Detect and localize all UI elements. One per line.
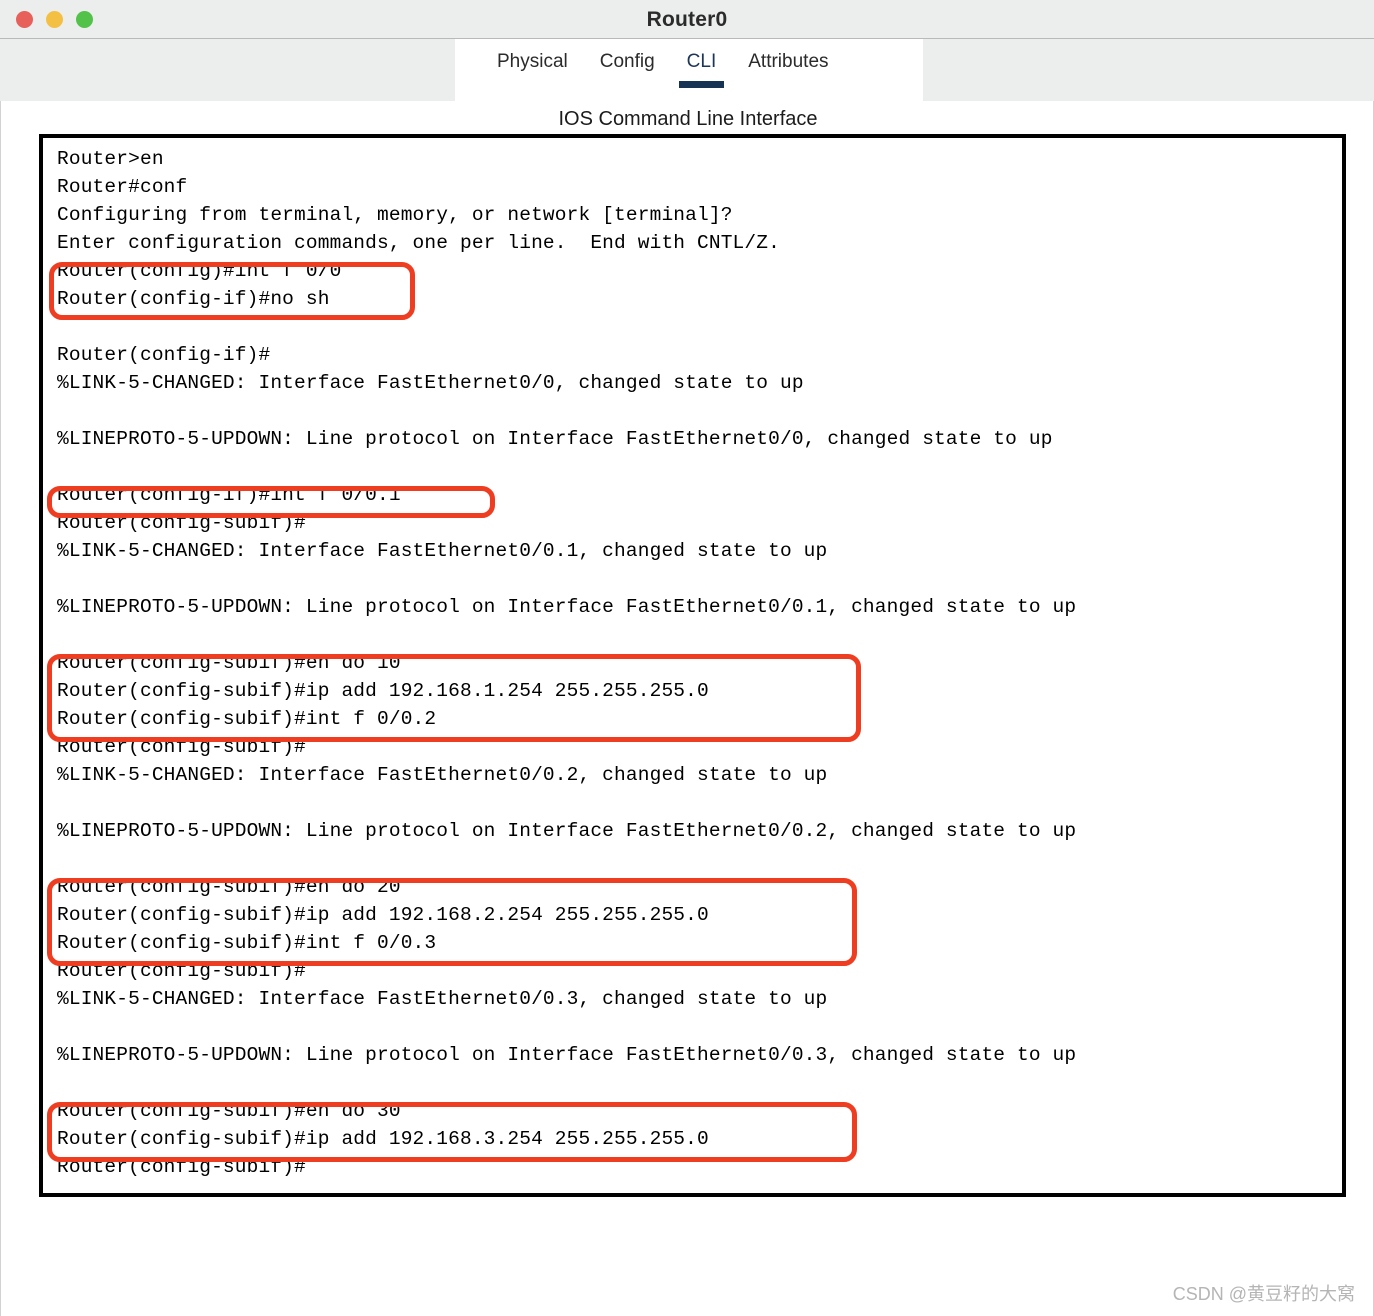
- terminal-line: Router>en: [57, 148, 164, 170]
- terminal-line: Configuring from terminal, memory, or ne…: [57, 204, 733, 226]
- terminal-line: Router(config)#int f 0/0: [57, 260, 342, 282]
- tab-attributes[interactable]: Attributes: [732, 39, 844, 85]
- tab-cli[interactable]: CLI: [671, 39, 733, 88]
- terminal-line: %LINK-5-CHANGED: Interface FastEthernet0…: [57, 540, 828, 562]
- terminal-line: Router(config-subif)#: [57, 736, 306, 758]
- tab-strip: Physical Config CLI Attributes: [0, 39, 1374, 101]
- tab-config[interactable]: Config: [584, 39, 671, 85]
- terminal-line: Router(config-subif)#ip add 192.168.3.25…: [57, 1128, 709, 1150]
- cli-terminal[interactable]: Router>en Router#conf Configuring from ter…: [39, 134, 1346, 1197]
- tab-physical[interactable]: Physical: [481, 39, 584, 85]
- cli-panel: IOS Command Line Interface Router>en Rout…: [0, 101, 1374, 1316]
- tab-card: Physical Config CLI Attributes: [455, 39, 923, 101]
- terminal-line: %LINK-5-CHANGED: Interface FastEthernet0…: [57, 764, 828, 786]
- terminal-line: Router(config-subif)#ip add 192.168.1.25…: [57, 680, 709, 702]
- terminal-line: Router(config-if)#int f 0/0.1: [57, 484, 401, 506]
- terminal-line: Router#conf: [57, 176, 188, 198]
- terminal-line: Enter configuration commands, one per li…: [57, 232, 780, 254]
- terminal-line: %LINK-5-CHANGED: Interface FastEthernet0…: [57, 372, 804, 394]
- terminal-line: Router(config-subif)#: [57, 512, 306, 534]
- terminal-line: %LINEPROTO-5-UPDOWN: Line protocol on In…: [57, 1044, 1077, 1066]
- terminal-line: Router(config-subif)#int f 0/0.3: [57, 932, 437, 954]
- terminal-line: Router(config-subif)#en do 10: [57, 652, 401, 674]
- watermark: CSDN @黄豆籽的大窝: [1172, 1284, 1355, 1304]
- terminal-content: Router>en Router#conf Configuring from ter…: [43, 138, 1342, 1193]
- terminal-line: Router(config-if)#: [57, 344, 271, 366]
- terminal-line: Router(config-subif)#: [57, 960, 306, 982]
- terminal-line: Router(config-subif)#ip add 192.168.2.25…: [57, 904, 709, 926]
- terminal-line: %LINEPROTO-5-UPDOWN: Line protocol on In…: [57, 596, 1077, 618]
- terminal-line: Router(config-subif)#en do 20: [57, 876, 401, 898]
- terminal-line: Router(config-if)#no sh: [57, 288, 330, 310]
- terminal-line: Router(config-subif)#int f 0/0.2: [57, 708, 437, 730]
- window-titlebar: Router0: [0, 0, 1374, 39]
- window-title: Router0: [646, 8, 728, 31]
- terminal-line: %LINEPROTO-5-UPDOWN: Line protocol on In…: [57, 428, 1053, 450]
- terminal-line: %LINEPROTO-5-UPDOWN: Line protocol on In…: [57, 820, 1077, 842]
- terminal-line: %LINK-5-CHANGED: Interface FastEthernet0…: [57, 988, 828, 1010]
- panel-heading: IOS Command Line Interface: [558, 108, 818, 130]
- terminal-line-list: Router>en Router#conf Configuring from ter…: [57, 145, 1342, 1181]
- terminal-line: Router(config-subif)#: [57, 1156, 306, 1178]
- terminal-line: Router(config-subif)#en do 30: [57, 1100, 401, 1122]
